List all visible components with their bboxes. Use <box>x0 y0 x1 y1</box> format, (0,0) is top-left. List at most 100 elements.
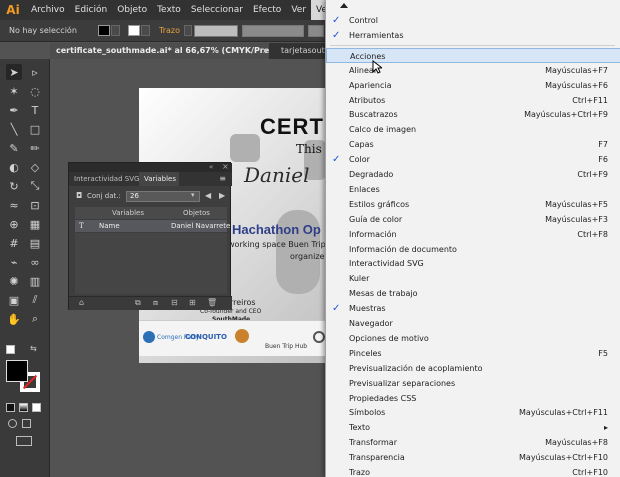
selection-arrow-icon[interactable]: ➤ <box>6 64 22 80</box>
zoom-icon[interactable]: ⌕ <box>27 311 43 327</box>
blob-brush-icon[interactable]: ◐ <box>6 159 22 175</box>
perspective-icon[interactable]: ▦ <box>27 216 43 232</box>
tab-certificate[interactable]: certificate_southmade.ai* al 66,67% (CMY… <box>50 43 269 59</box>
direct-selection-icon[interactable]: ▹ <box>27 64 43 80</box>
table-row[interactable]: T Name Daniel Navarrete <box>75 220 230 232</box>
menu-item-apariencia[interactable]: Apariencia Mayúsculas+F6 <box>326 78 620 93</box>
camera-icon[interactable]: ◘ <box>76 191 82 200</box>
pen-icon[interactable]: ✒ <box>6 102 22 118</box>
collapse-icon[interactable]: « <box>209 163 213 171</box>
slice-icon[interactable]: ⫽ <box>27 292 43 308</box>
eyedropper-icon[interactable]: ⌁ <box>6 254 22 270</box>
menu-item-previsualizacion-de-acoplamiento[interactable]: Previsualización de acoplamiento <box>326 361 620 376</box>
free-transform-icon[interactable]: ⊡ <box>27 197 43 213</box>
rotate-icon[interactable]: ↻ <box>6 178 22 194</box>
menu-item-navegador[interactable]: Navegador <box>326 316 620 331</box>
fill-color-box[interactable] <box>6 360 28 382</box>
pencil-icon[interactable]: ✏ <box>27 140 43 156</box>
menu-texto[interactable]: Texto <box>152 0 186 20</box>
menu-objeto[interactable]: Objeto <box>112 0 152 20</box>
close-icon[interactable]: × <box>222 162 229 171</box>
menu-item-propiedades-css[interactable]: Propiedades CSS <box>326 391 620 406</box>
menu-item-degradado[interactable]: Degradado Ctrl+F9 <box>326 167 620 182</box>
scale-icon[interactable]: ⤡ <box>27 178 43 194</box>
menu-item-opciones-de-motivo[interactable]: Opciones de motivo <box>326 331 620 346</box>
color-icon[interactable] <box>6 403 15 412</box>
tab-variables[interactable]: Variables <box>139 172 179 186</box>
menu-efecto[interactable]: Efecto <box>248 0 286 20</box>
menu-item-herramientas[interactable]: ✓ Herramientas <box>326 28 620 43</box>
column-graph-icon[interactable]: ▥ <box>27 273 43 289</box>
bind-icon[interactable]: ⧉ <box>135 298 141 308</box>
shape-builder-icon[interactable]: ⊕ <box>6 216 22 232</box>
menu-item-interactividad-svg[interactable]: Interactividad SVG <box>326 256 620 271</box>
lock-icon[interactable]: ⌂ <box>79 298 84 307</box>
menu-item-muestras[interactable]: ✓ Muestras <box>326 301 620 316</box>
menu-item-capas[interactable]: Capas F7 <box>326 137 620 152</box>
variable-width-field[interactable] <box>242 25 304 37</box>
unbind-icon[interactable]: ⧈ <box>153 298 158 308</box>
menu-item-mesas-de-trabajo[interactable]: Mesas de trabajo <box>326 286 620 301</box>
artboard-icon[interactable]: ▣ <box>6 292 22 308</box>
menu-seleccionar[interactable]: Seleccionar <box>186 0 248 20</box>
gradient-icon[interactable] <box>19 403 28 412</box>
screen-mode-icon[interactable] <box>16 436 32 446</box>
type-icon[interactable]: T <box>27 102 43 118</box>
stroke-label[interactable]: Trazo <box>159 26 180 35</box>
menu-item-simbolos[interactable]: Símbolos Mayúsculas+Ctrl+F11 <box>326 405 620 420</box>
menu-item-pinceles[interactable]: Pinceles F5 <box>326 346 620 361</box>
menu-item-informacion-de-documento[interactable]: Información de documento <box>326 242 620 257</box>
mesh-icon[interactable]: # <box>6 235 22 251</box>
menu-item-atributos[interactable]: Atributos Ctrl+F11 <box>326 93 620 108</box>
menu-item-buscatrazos[interactable]: Buscatrazos Mayúsculas+Ctrl+F9 <box>326 107 620 122</box>
menu-item-informacion[interactable]: Información Ctrl+F8 <box>326 227 620 242</box>
tab-interactividad-svg[interactable]: Interactividad SVG <box>69 172 139 186</box>
panel-header[interactable]: « × <box>69 162 232 172</box>
stroke-weight-field[interactable] <box>184 25 192 36</box>
menu-archivo[interactable]: Archivo <box>26 0 70 20</box>
menu-item-estilos-graficos[interactable]: Estilos gráficos Mayúsculas+F5 <box>326 197 620 212</box>
fill-swatch[interactable] <box>98 25 110 36</box>
hand-icon[interactable]: ✋ <box>6 311 22 327</box>
lasso-icon[interactable]: ◌ <box>27 83 43 99</box>
capture-icon[interactable]: ⊟ <box>171 298 178 307</box>
chevron-down-icon[interactable]: ▾ <box>191 191 195 199</box>
menu-item-enlaces[interactable]: Enlaces <box>326 182 620 197</box>
color-mode-icon[interactable] <box>6 345 15 354</box>
menu-item-texto[interactable]: Texto ▸ <box>326 420 620 435</box>
draw-mode-behind-icon[interactable] <box>22 419 31 428</box>
new-variable-icon[interactable]: ⊞ <box>189 298 196 307</box>
scroll-up-icon[interactable] <box>340 3 348 8</box>
rectangle-icon[interactable]: □ <box>27 121 43 137</box>
close-icon[interactable]: × <box>262 46 269 55</box>
swap-icon[interactable]: ⇆ <box>30 345 39 354</box>
paintbrush-icon[interactable]: ✎ <box>6 140 22 156</box>
menu-item-control[interactable]: ✓ Control <box>326 13 620 28</box>
menu-item-transparencia[interactable]: Transparencia Mayúsculas+Ctrl+F10 <box>326 450 620 465</box>
eraser-icon[interactable]: ◇ <box>27 159 43 175</box>
menu-item-guia-de-color[interactable]: Guía de color Mayúsculas+F3 <box>326 212 620 227</box>
line-icon[interactable]: ╲ <box>6 121 22 137</box>
symbol-sprayer-icon[interactable]: ✺ <box>6 273 22 289</box>
menu-item-acciones[interactable]: Acciones <box>326 47 620 63</box>
trash-icon[interactable]: 🗑 <box>207 298 217 307</box>
stroke-dropdown[interactable] <box>141 25 150 36</box>
menu-item-trazo[interactable]: Trazo Ctrl+F10 <box>326 465 620 477</box>
fill-dropdown[interactable] <box>111 25 120 36</box>
none-icon[interactable] <box>32 403 41 412</box>
menu-item-alinear[interactable]: Alinear Mayúsculas+F7 <box>326 63 620 78</box>
draw-mode-icon[interactable] <box>8 419 17 428</box>
blend-icon[interactable]: ∞ <box>27 254 43 270</box>
menu-item-kuler[interactable]: Kuler <box>326 271 620 286</box>
magic-wand-icon[interactable]: ✶ <box>6 83 22 99</box>
menu-item-transformar[interactable]: Transformar Mayúsculas+F8 <box>326 435 620 450</box>
menu-item-calco-de-imagen[interactable]: Calco de imagen <box>326 122 620 137</box>
brush-field[interactable] <box>308 25 324 37</box>
menu-item-previsualizar-separaciones[interactable]: Previsualizar separaciones <box>326 376 620 391</box>
next-dataset-icon[interactable]: ▶ <box>219 191 225 200</box>
previous-dataset-icon[interactable]: ◀ <box>205 191 211 200</box>
warp-icon[interactable]: ≈ <box>6 197 22 213</box>
panel-menu-icon[interactable]: ≡ <box>219 174 226 183</box>
stroke-weight-input[interactable] <box>194 25 238 37</box>
menu-item-color[interactable]: ✓ Color F6 <box>326 152 620 167</box>
